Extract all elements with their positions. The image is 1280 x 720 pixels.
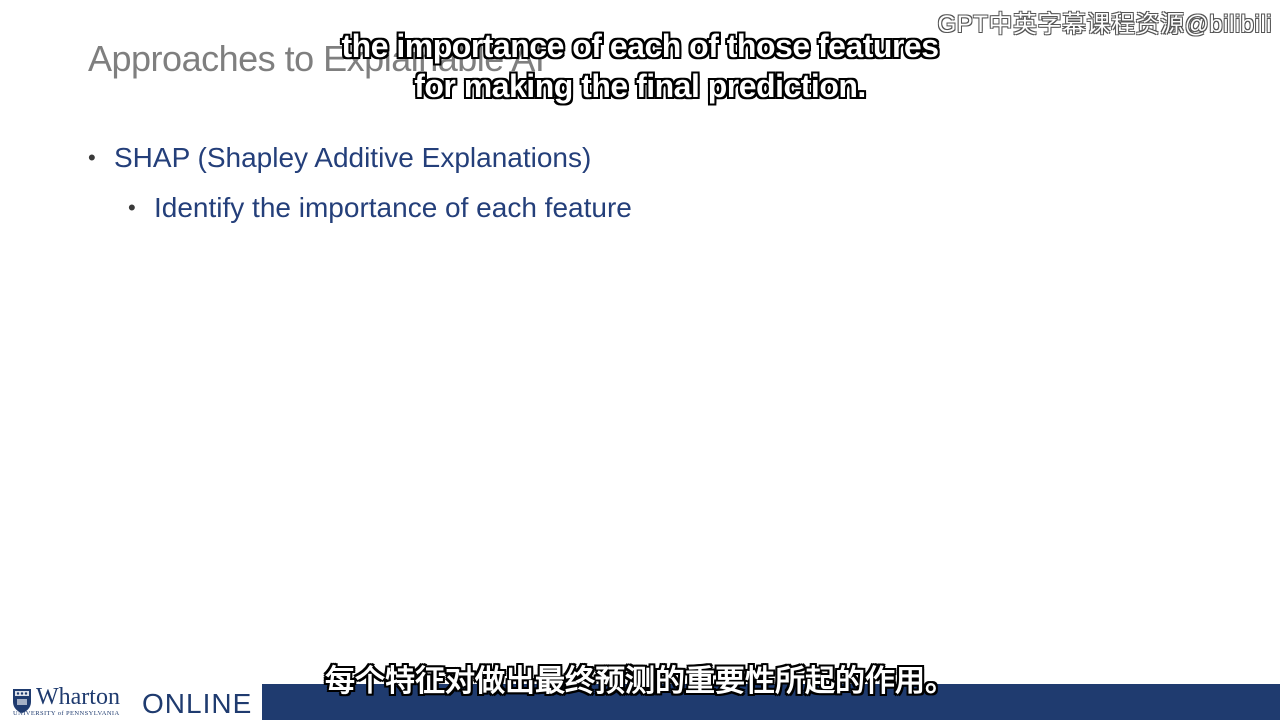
subtitle-english-line-2: for making the final prediction. — [414, 68, 866, 104]
subtitle-chinese: 每个特征对做出最终预测的重要性所起的作用。 — [325, 664, 955, 699]
logo-university-text: UNIVERSITY of PENNSYLVANIA — [13, 710, 120, 717]
bullet-shap: SHAP (Shapley Additive Explanations) — [88, 138, 632, 178]
bullet-identify-importance: Identify the importance of each feature — [128, 188, 632, 228]
subtitle-english-line-1: the importance of each of those features — [341, 28, 939, 64]
bullet-list: SHAP (Shapley Additive Explanations) Ide… — [88, 138, 632, 228]
slide: Approaches to Explainable AI SHAP (Shapl… — [0, 0, 1280, 720]
